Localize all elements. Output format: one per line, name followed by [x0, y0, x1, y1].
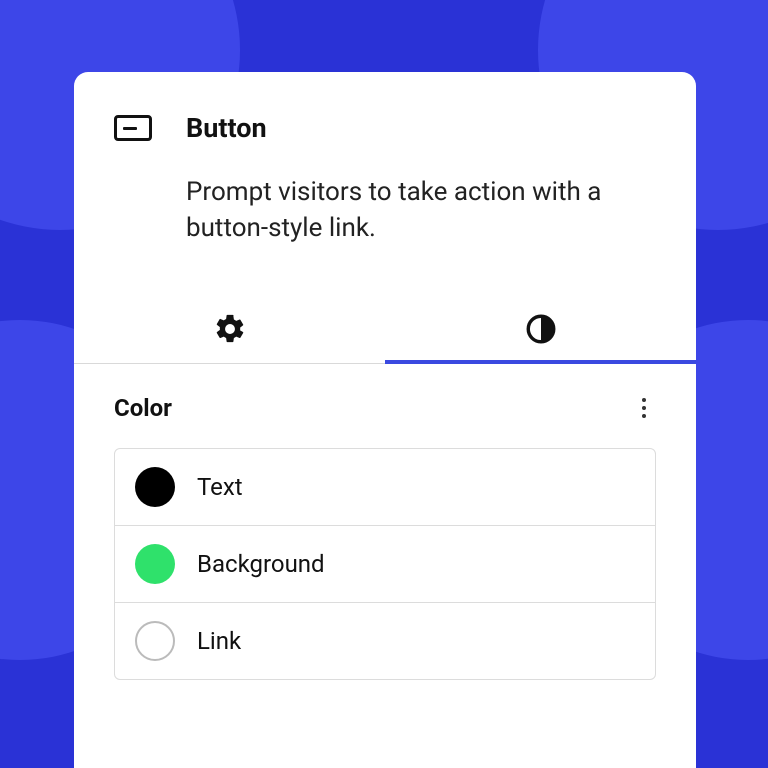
color-section-title: Color [114, 394, 172, 422]
color-label: Background [197, 550, 325, 578]
color-item-background[interactable]: Background [115, 526, 655, 603]
color-label: Text [197, 473, 243, 501]
block-inspector-panel: Button Prompt visitors to take action wi… [74, 72, 696, 768]
kebab-dot-icon [642, 406, 646, 410]
gear-icon [213, 312, 247, 346]
button-block-icon [114, 115, 152, 141]
color-swatch [135, 467, 175, 507]
tab-styles[interactable] [385, 295, 696, 363]
tab-settings[interactable] [74, 295, 385, 363]
color-item-text[interactable]: Text [115, 449, 655, 526]
block-title: Button [186, 112, 267, 144]
color-swatch [135, 544, 175, 584]
inspector-tabs [74, 295, 696, 364]
kebab-dot-icon [642, 398, 646, 402]
color-item-link[interactable]: Link [115, 603, 655, 679]
color-section: Color Text Background Link [74, 364, 696, 680]
kebab-dot-icon [642, 414, 646, 418]
contrast-icon [524, 312, 558, 346]
block-description: Prompt visitors to take action with a bu… [186, 174, 656, 247]
block-header: Button Prompt visitors to take action wi… [74, 72, 696, 247]
color-section-menu-button[interactable] [632, 396, 656, 420]
color-label: Link [197, 627, 241, 655]
color-list: Text Background Link [114, 448, 656, 680]
color-swatch-empty [135, 621, 175, 661]
